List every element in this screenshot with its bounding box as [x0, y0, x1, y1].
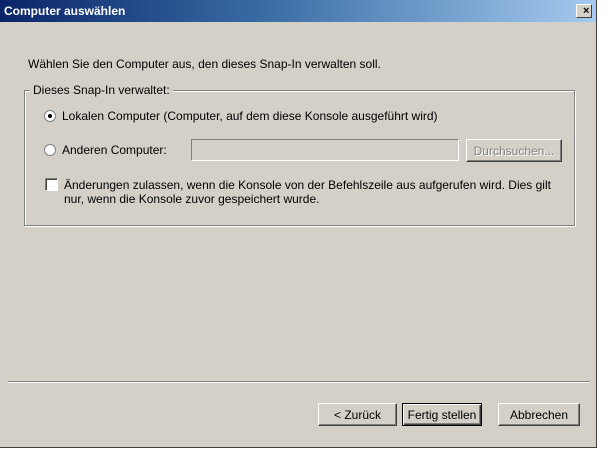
- back-button[interactable]: < Zurück: [318, 403, 397, 426]
- close-button[interactable]: ×: [576, 4, 592, 18]
- radio-other-computer-label[interactable]: Anderen Computer:: [62, 143, 167, 157]
- radio-other-computer[interactable]: [44, 144, 56, 156]
- title-bar[interactable]: Computer auswählen ×: [0, 0, 596, 22]
- radio-local-computer-label[interactable]: Lokalen Computer (Computer, auf dem dies…: [62, 109, 438, 123]
- browse-button[interactable]: Durchsuchen...: [466, 139, 562, 162]
- cancel-button[interactable]: Abbrechen: [498, 403, 580, 426]
- finish-button[interactable]: Fertig stellen: [402, 403, 482, 426]
- footer-separator: [8, 381, 590, 383]
- window-title: Computer auswählen: [4, 4, 126, 18]
- allow-changes-label[interactable]: Änderungen zulassen, wenn die Konsole vo…: [64, 178, 564, 206]
- radio-local-computer[interactable]: [44, 110, 56, 122]
- instruction-text: Wählen Sie den Computer aus, den dieses …: [28, 57, 381, 71]
- group-legend: Dieses Snap-In verwaltet:: [30, 83, 173, 97]
- dialog-window: Computer auswählen × Wählen Sie den Comp…: [0, 0, 597, 448]
- other-computer-input[interactable]: [191, 139, 459, 161]
- allow-changes-checkbox[interactable]: [45, 178, 58, 191]
- close-icon: ×: [583, 5, 590, 17]
